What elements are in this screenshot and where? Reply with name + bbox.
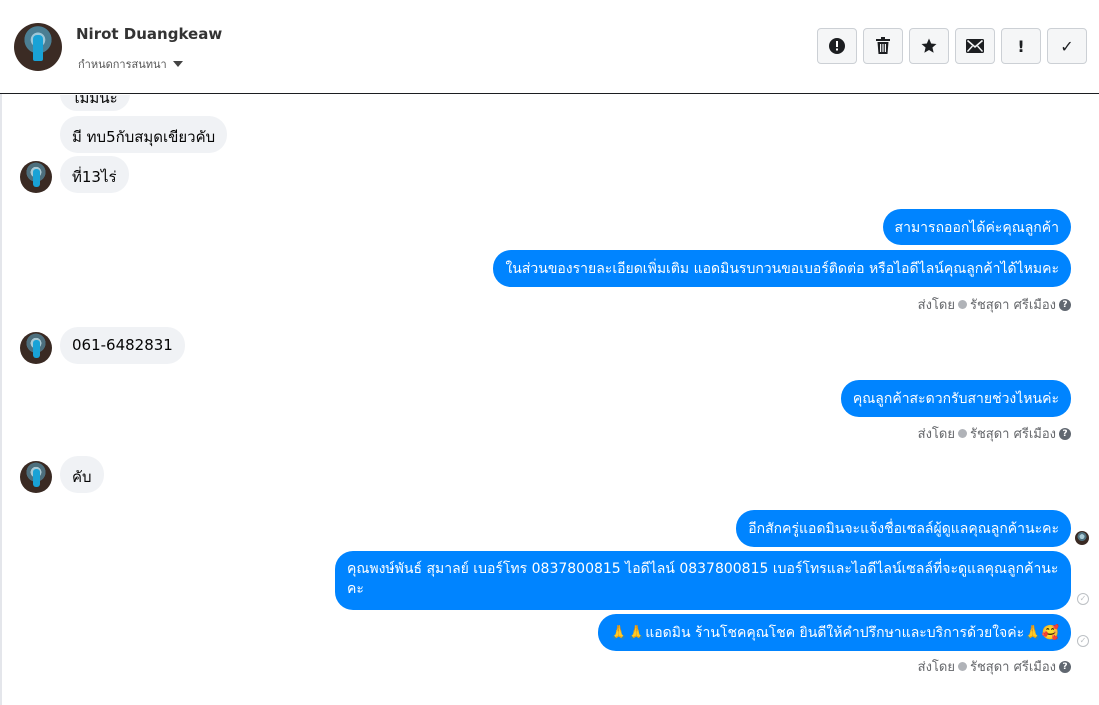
outgoing-message[interactable]: คุณลูกค้าสะดวกรับสายช่วงไหนค่ะ: [840, 380, 1071, 417]
outgoing-message[interactable]: 🙏🙏แอดมิน ร้านโชคคุณโชค ยินดีให้คำปรึกษาแ…: [598, 614, 1071, 651]
sent-by-info: ส่งโดย รัชสุดา ศรีเมือง ?: [918, 294, 1071, 315]
sender-name[interactable]: รัชสุดา ศรีเมือง: [970, 423, 1056, 444]
trash-icon: [876, 37, 890, 54]
contact-avatar-small[interactable]: [20, 161, 52, 193]
contact-avatar-small[interactable]: [20, 332, 52, 364]
incoming-message[interactable]: มี ทบ5กับสมุดเขียวคับ: [60, 116, 228, 153]
outgoing-message[interactable]: ในส่วนของรายละเอียดเพิ่มเติม แอดมินรบกวน…: [493, 250, 1071, 287]
contact-name[interactable]: Nirot Duangkeaw: [76, 25, 222, 43]
check-icon: ✓: [1060, 36, 1074, 56]
sent-by-label: ส่งโดย: [917, 660, 955, 675]
seen-avatar: [1075, 531, 1089, 545]
help-icon[interactable]: ?: [1059, 427, 1071, 440]
sender-check-icon: [957, 300, 967, 309]
sender-name[interactable]: รัชสุดา ศรีเมือง: [970, 656, 1056, 677]
help-icon[interactable]: ?: [1059, 298, 1071, 311]
star-icon: [921, 38, 937, 53]
conversation-header: Nirot Duangkeaw กำหนดการสนทนา ! ✓: [0, 0, 1099, 94]
outgoing-message[interactable]: คุณพงษ์พันธ์ สุมาลย์ เบอร์โทร 0837800815…: [335, 551, 1071, 610]
sent-by-info: ส่งโดย รัชสุดา ศรีเมือง ?: [918, 423, 1071, 444]
outgoing-message[interactable]: อีกสักครู่แอดมินจะแจ้งชื่อเซลล์ผู้ดูแลคุ…: [736, 510, 1071, 547]
sender-check-icon: [957, 662, 967, 671]
mark-important-button[interactable]: !: [1001, 28, 1041, 64]
mail-icon: [966, 39, 984, 53]
star-button[interactable]: [909, 28, 949, 64]
contact-avatar-small[interactable]: [20, 461, 52, 493]
delivered-check-icon: ✓: [1077, 635, 1089, 647]
incoming-message[interactable]: 061-6482831: [60, 327, 185, 364]
header-toolbar: ! ✓: [817, 28, 1087, 64]
sender-check-icon: [957, 429, 967, 438]
delete-button[interactable]: [863, 28, 903, 64]
help-icon[interactable]: ?: [1059, 660, 1071, 673]
incoming-message[interactable]: คับ: [60, 456, 104, 493]
alert-circle-icon: [829, 38, 845, 54]
mark-spam-button[interactable]: [817, 28, 857, 64]
message-thread[interactable]: ไม่มีนะ มี ทบ5กับสมุดเขียวคับ ที่13ไร่ ส…: [0, 95, 1099, 705]
mark-unread-button[interactable]: [955, 28, 995, 64]
conversation-settings-label: กำหนดการสนทนา: [78, 58, 167, 71]
incoming-message[interactable]: ไม่มีนะ: [60, 95, 130, 111]
mark-done-button[interactable]: ✓: [1047, 28, 1087, 64]
conversation-settings-dropdown[interactable]: กำหนดการสนทนา: [78, 55, 183, 73]
incoming-message[interactable]: ที่13ไร่: [60, 156, 129, 193]
contact-avatar[interactable]: [14, 23, 62, 71]
outgoing-message[interactable]: สามารถออกได้ค่ะคุณลูกค้า: [882, 209, 1071, 245]
delivered-check-icon: ✓: [1077, 593, 1089, 605]
exclamation-icon: !: [1017, 36, 1025, 56]
sent-by-label: ส่งโดย: [917, 427, 955, 442]
caret-down-icon: [172, 61, 183, 67]
sent-by-info: ส่งโดย รัชสุดา ศรีเมือง ?: [918, 656, 1071, 677]
sender-name[interactable]: รัชสุดา ศรีเมือง: [970, 294, 1056, 315]
sent-by-label: ส่งโดย: [917, 298, 955, 313]
